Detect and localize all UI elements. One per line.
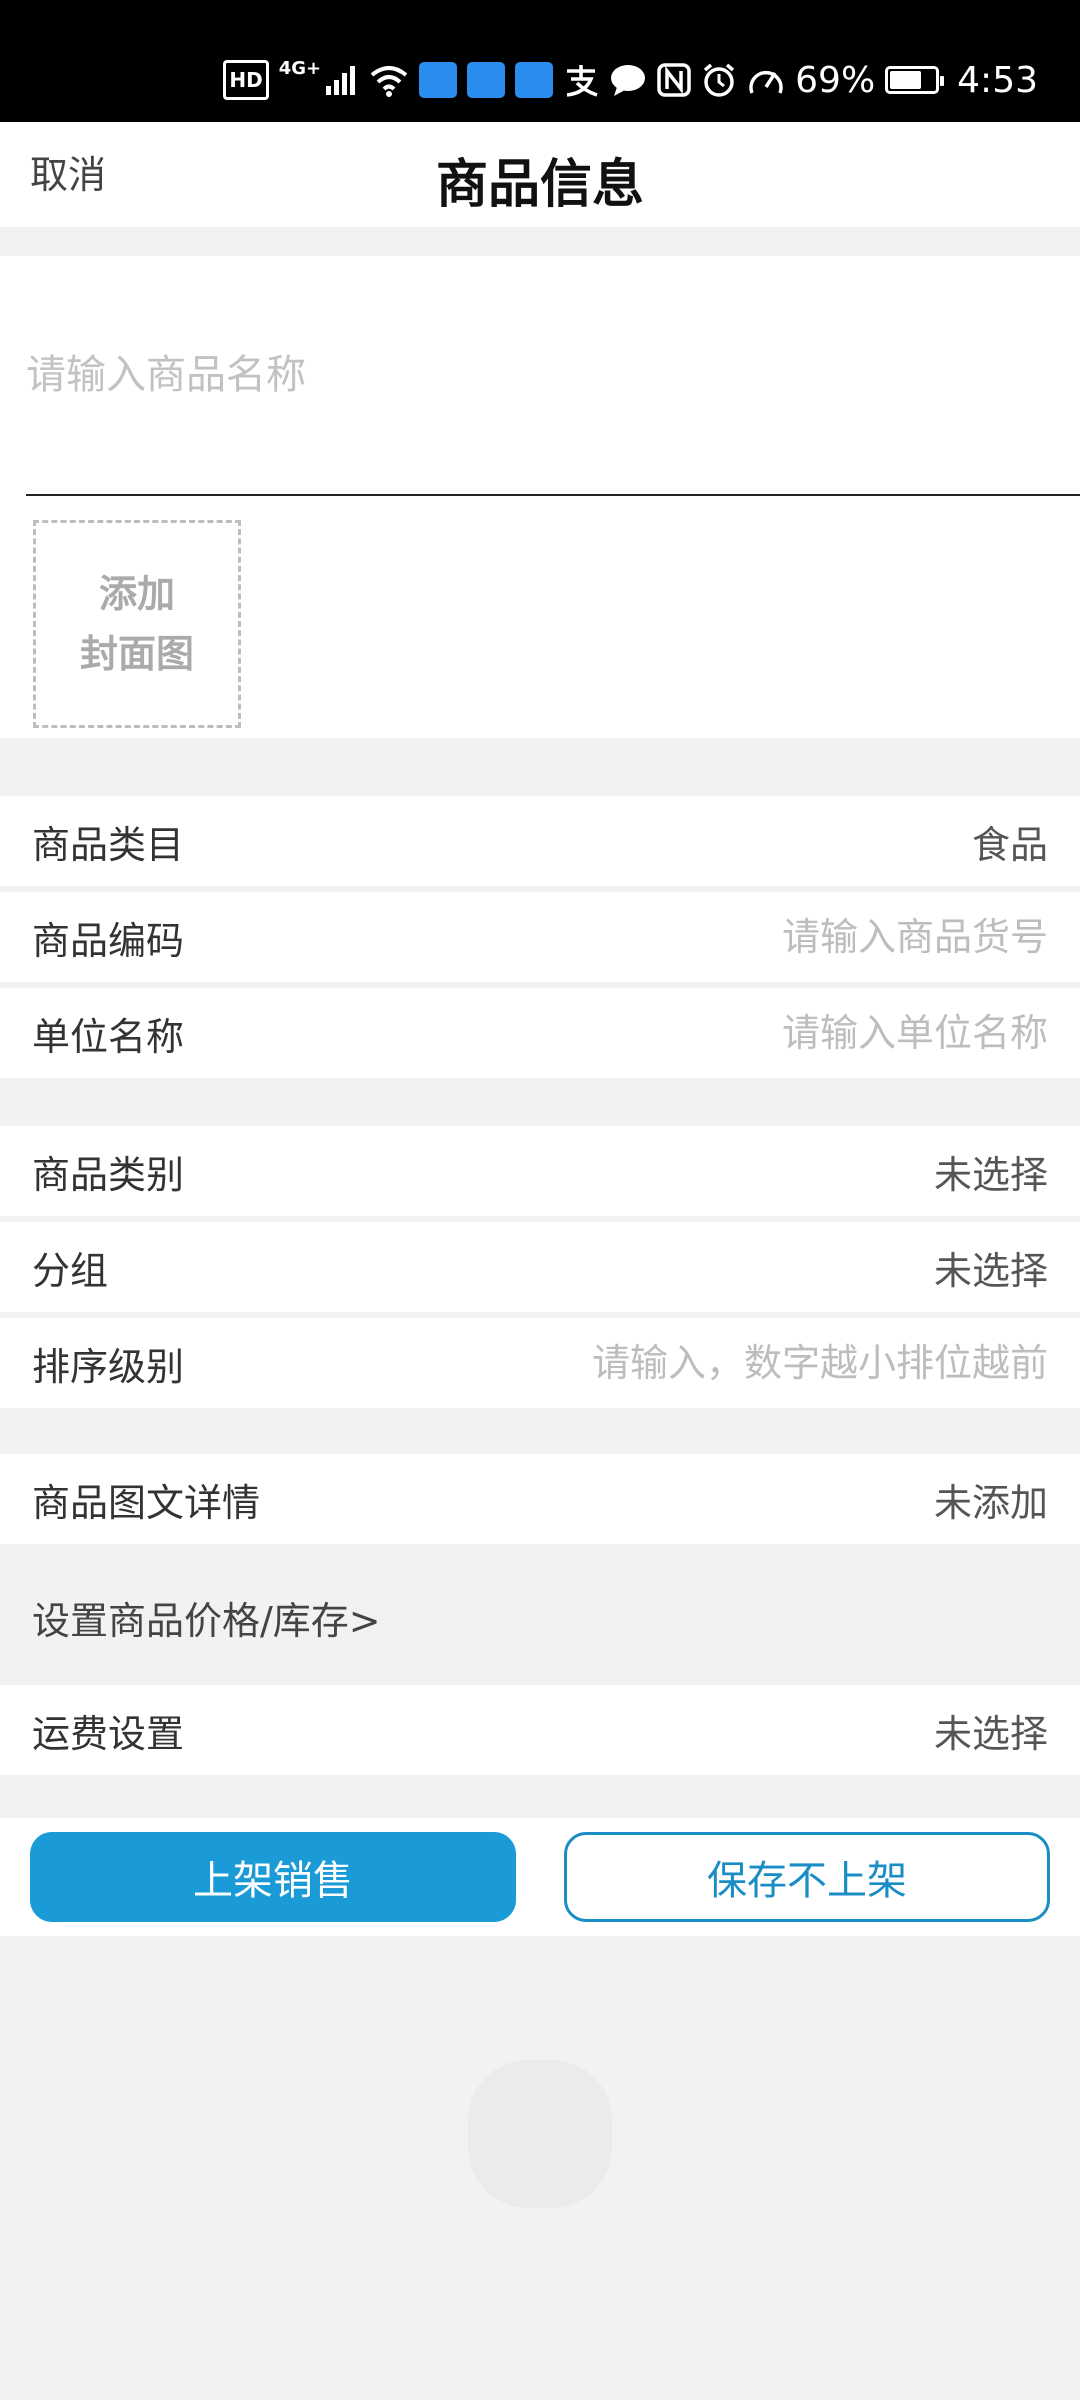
row-label: 商品图文详情 — [32, 1480, 261, 1525]
battery-percent: 69% — [795, 59, 876, 101]
price-stock-link[interactable]: 设置商品价格/库存> — [32, 1590, 381, 1645]
alarm-icon — [701, 60, 737, 100]
row-label: 排序级别 — [32, 1344, 185, 1389]
row-product-type[interactable]: 商品类别 未选择 — [0, 1126, 1080, 1216]
action-bar: 上架销售 保存不上架 — [0, 1818, 1080, 1936]
group-value: 未选择 — [933, 1248, 1048, 1293]
shipping-value: 未选择 — [933, 1711, 1048, 1756]
row-shipping[interactable]: 运费设置 未选择 — [0, 1685, 1080, 1775]
add-cover-image-button[interactable]: 添加 封面图 — [33, 520, 241, 728]
hd-icon: HD — [223, 60, 269, 100]
product-name-card: 添加 封面图 — [0, 256, 1080, 738]
status-icons: HD 4G+ 69% 4:53 — [223, 52, 1038, 108]
row-unit-name: 单位名称 — [0, 988, 1080, 1078]
app-notification-icon — [515, 62, 554, 98]
row-category[interactable]: 商品类目 食品 — [0, 796, 1080, 886]
row-label: 商品类别 — [32, 1152, 185, 1197]
unit-name-input[interactable] — [428, 1011, 1048, 1055]
status-bar: HD 4G+ 69% 4:53 — [0, 0, 1080, 122]
row-label: 单位名称 — [32, 1014, 185, 1059]
row-label: 分组 — [32, 1248, 109, 1293]
network-type-label: 4G+ — [278, 57, 322, 79]
wifi-icon — [369, 60, 409, 100]
row-label: 运费设置 — [32, 1711, 185, 1756]
row-product-code: 商品编码 — [0, 892, 1080, 982]
app-notification-icon — [467, 62, 506, 98]
chat-icon — [609, 60, 647, 100]
cover-label-line1: 添加 — [98, 572, 175, 616]
row-label: 商品编码 — [32, 918, 185, 963]
category-value: 食品 — [971, 822, 1048, 867]
row-sort-level: 排序级别 — [0, 1318, 1080, 1408]
battery-icon — [885, 66, 945, 94]
sort-level-input[interactable] — [488, 1341, 1048, 1385]
detail-value: 未添加 — [933, 1480, 1048, 1525]
floating-assistive-button[interactable] — [468, 2060, 612, 2208]
save-without-publish-button[interactable]: 保存不上架 — [564, 1832, 1050, 1922]
row-detail[interactable]: 商品图文详情 未添加 — [0, 1454, 1080, 1544]
row-label: 商品类目 — [32, 822, 185, 867]
publish-button[interactable]: 上架销售 — [30, 1832, 516, 1922]
product-name-input[interactable] — [26, 256, 1080, 496]
page-title: 商品信息 — [435, 155, 644, 215]
speed-icon — [747, 60, 785, 100]
alipay-icon — [563, 60, 599, 100]
signal-icon — [325, 60, 359, 100]
nfc-icon — [657, 60, 691, 100]
cover-label-line2: 封面图 — [79, 632, 194, 676]
clock: 4:53 — [957, 59, 1038, 101]
product-code-input[interactable] — [428, 915, 1048, 959]
battery-level — [890, 71, 921, 89]
product-type-value: 未选择 — [933, 1152, 1048, 1197]
app-notification-icon — [419, 62, 458, 98]
row-group[interactable]: 分组 未选择 — [0, 1222, 1080, 1312]
nav-header: 取消 商品信息 — [0, 122, 1080, 227]
